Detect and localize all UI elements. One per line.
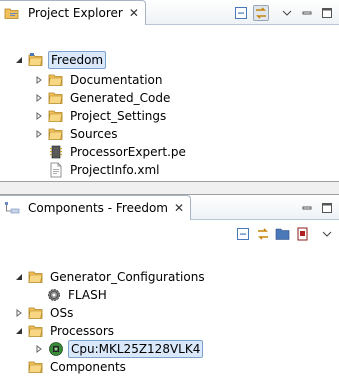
components-icon — [4, 200, 20, 216]
project-explorer-view: Project Explorer ✕ Freedom Documentation… — [0, 0, 339, 182]
tab-components[interactable]: Components - Freedom ✕ — [0, 195, 192, 220]
components-view: Components - Freedom ✕ Generator_Configu… — [0, 194, 339, 380]
expanded-arrow-icon[interactable] — [14, 55, 24, 65]
open-folder-icon[interactable] — [275, 226, 291, 242]
link-with-editor-icon[interactable] — [255, 226, 271, 242]
collapsed-arrow-icon[interactable] — [34, 75, 44, 85]
folder-icon — [48, 108, 64, 124]
collapsed-arrow-icon[interactable] — [34, 129, 44, 139]
pe-file-icon — [48, 144, 64, 160]
gear-icon — [46, 287, 62, 303]
view-menu-icon[interactable] — [279, 5, 295, 21]
tree-item-cpu[interactable]: Cpu:MKL25Z128VLK4 — [34, 340, 204, 358]
view-menu-icon[interactable] — [319, 226, 335, 242]
folder-icon — [48, 126, 64, 142]
expanded-arrow-icon[interactable] — [14, 326, 24, 336]
collapsed-arrow-icon[interactable] — [34, 344, 44, 354]
tree-item-label: Freedom — [48, 51, 107, 69]
xml-file-icon — [48, 162, 64, 178]
folder-icon — [28, 305, 44, 321]
tree-item-label: Components — [50, 360, 126, 374]
tree-item-flash[interactable]: FLASH — [46, 286, 109, 304]
collapsed-arrow-icon[interactable] — [34, 93, 44, 103]
project-folder-icon — [28, 52, 44, 68]
export-icon[interactable] — [295, 226, 311, 242]
folder-icon — [48, 90, 64, 106]
tree-item-processorexpert-pe[interactable]: ProcessorExpert.pe — [48, 143, 188, 161]
project-explorer-icon — [4, 5, 20, 21]
tree-item-sources[interactable]: Sources — [34, 125, 119, 143]
tree-item-projectinfo-xml[interactable]: ProjectInfo.xml — [48, 161, 162, 179]
maximize-icon[interactable] — [319, 5, 335, 21]
tree-item-label: Generator_Configurations — [50, 270, 205, 284]
tab-components-label: Components - Freedom — [28, 201, 168, 215]
tree-item-project-settings[interactable]: Project_Settings — [34, 107, 168, 125]
collapsed-arrow-icon[interactable] — [14, 308, 24, 318]
project-explorer-controls — [233, 5, 335, 21]
cpu-chip-icon — [48, 341, 64, 357]
tree-item-label: FLASH — [68, 288, 107, 302]
tree-item-generator-configurations[interactable]: Generator_Configurations — [14, 268, 207, 286]
tree-item-documentation[interactable]: Documentation — [34, 71, 165, 89]
tree-item-label: ProjectInfo.xml — [70, 163, 160, 177]
maximize-icon[interactable] — [319, 200, 335, 216]
tree-item-freedom[interactable]: Freedom — [14, 51, 107, 69]
folder-icon — [28, 269, 44, 285]
tree-item-label: Cpu:MKL25Z128VLK4 — [68, 340, 204, 358]
tree-item-label: Generated_Code — [70, 91, 171, 105]
components-toolbar — [235, 226, 335, 242]
expanded-arrow-icon[interactable] — [14, 272, 24, 282]
tree-item-label: Processors — [50, 324, 115, 338]
tree-item-label: Sources — [70, 127, 118, 141]
tree-item-label: Project_Settings — [70, 109, 167, 123]
close-icon[interactable]: ✕ — [174, 201, 184, 215]
folder-icon — [28, 359, 44, 375]
collapse-all-icon[interactable] — [235, 226, 251, 242]
tree-item-oss[interactable]: OSs — [14, 304, 75, 322]
tree-item-label: ProcessorExpert.pe — [70, 145, 186, 159]
folder-icon — [28, 323, 44, 339]
tab-project-explorer[interactable]: Project Explorer ✕ — [0, 0, 146, 25]
tab-project-explorer-label: Project Explorer — [28, 6, 123, 20]
tree-item-generated-code[interactable]: Generated_Code — [34, 89, 172, 107]
tree-item-label: Documentation — [70, 73, 163, 87]
view-separator — [0, 182, 339, 194]
components-tabbar: Components - Freedom ✕ — [0, 195, 339, 220]
components-controls — [299, 200, 335, 216]
link-with-editor-icon[interactable] — [253, 5, 269, 21]
tree-item-processors[interactable]: Processors — [14, 322, 116, 340]
folder-icon — [48, 72, 64, 88]
tree-item-label: OSs — [50, 306, 74, 320]
minimize-icon[interactable] — [299, 200, 315, 216]
close-icon[interactable]: ✕ — [129, 6, 139, 20]
tree-item-components[interactable]: Components — [28, 358, 128, 376]
collapse-all-icon[interactable] — [233, 5, 249, 21]
collapsed-arrow-icon[interactable] — [34, 111, 44, 121]
minimize-icon[interactable] — [299, 5, 315, 21]
